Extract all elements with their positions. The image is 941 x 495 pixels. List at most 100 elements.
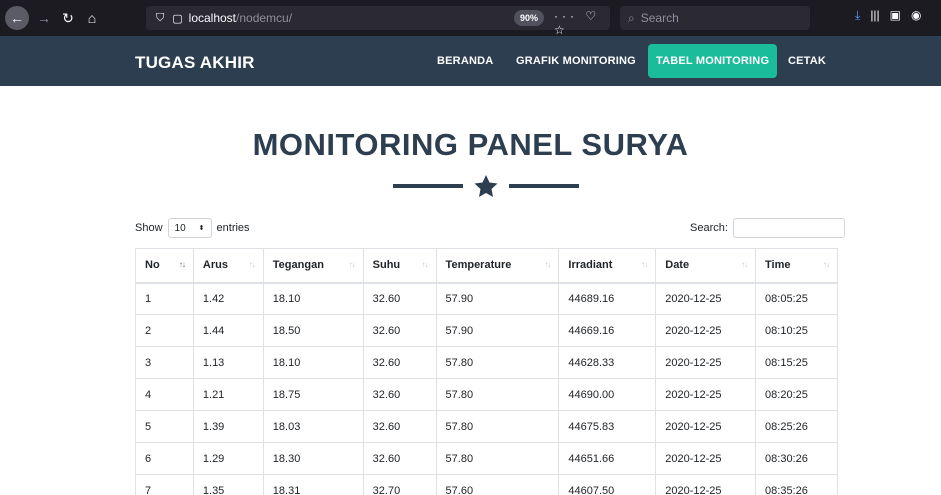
- column-label: Irradiant: [568, 259, 613, 272]
- sidebar-icon[interactable]: ▣: [890, 8, 901, 23]
- cell-time: 08:25:26: [755, 410, 838, 443]
- column-header-arus[interactable]: Arus ↑↓: [192, 248, 264, 284]
- table-search: Search:: [690, 218, 845, 238]
- cell-arus: 1.44: [192, 314, 264, 347]
- column-header-tegangan[interactable]: Tegangan ↑↓: [262, 248, 364, 284]
- cell-irradiant: 44607.50: [558, 474, 657, 495]
- star-icon: [474, 175, 498, 197]
- cell-arus: 1.42: [192, 282, 264, 315]
- cell-arus: 1.13: [192, 346, 264, 379]
- address-bar[interactable]: ⛉ ▢ localhost/nodemcu/ 90% ··· ♡ ☆: [146, 6, 610, 37]
- cell-irradiant: 44689.16: [558, 282, 657, 315]
- page-actions-icon[interactable]: ··· ♡ ☆: [554, 9, 610, 37]
- show-entries: Show 10 ⬍ entries: [135, 218, 250, 238]
- cell-temperature: 57.60: [435, 474, 560, 495]
- sort-icon: ↑↓: [348, 260, 356, 269]
- brand-logo[interactable]: TUGAS AKHIR: [135, 53, 255, 73]
- sort-icon: ↑↓: [248, 260, 256, 269]
- cell-suhu: 32.60: [362, 314, 437, 347]
- cell-arus: 1.21: [192, 378, 264, 411]
- cell-no: 5: [135, 410, 194, 443]
- cell-no: 4: [135, 378, 194, 411]
- monitoring-table: No ↑↓ Arus ↑↓ Tegangan ↑↓ Suhu ↑↓ Temperatur…: [135, 248, 838, 495]
- sort-icon: ↑↓: [544, 260, 551, 269]
- cell-date: 2020-12-25: [655, 378, 757, 411]
- column-header-suhu[interactable]: Suhu ↑↓: [362, 248, 437, 284]
- page-icon: ▢: [172, 12, 183, 25]
- nav-link-beranda[interactable]: BERANDA: [437, 36, 493, 86]
- zoom-badge[interactable]: 90%: [514, 10, 545, 26]
- cell-tegangan: 18.10: [262, 346, 364, 379]
- cell-no: 6: [135, 442, 194, 475]
- cell-time: 08:30:26: [755, 442, 838, 475]
- cell-no: 1: [135, 282, 194, 315]
- page-title: MONITORING PANEL SURYA: [252, 127, 689, 162]
- cell-date: 2020-12-25: [655, 314, 757, 347]
- cell-tegangan: 18.50: [262, 314, 364, 347]
- table-row: 1 1.42 18.10 32.60 57.90 44689.16 2020-12-25 08…: [135, 282, 838, 315]
- sort-icon: ↑↓: [641, 260, 648, 269]
- cell-date: 2020-12-25: [655, 346, 757, 379]
- sort-icon: ↑↓: [421, 260, 429, 269]
- cell-date: 2020-12-25: [655, 442, 757, 475]
- cell-suhu: 32.60: [362, 442, 437, 475]
- download-icon[interactable]: ⤓: [855, 8, 860, 23]
- column-header-time[interactable]: Time ↑↓: [755, 248, 838, 284]
- reload-icon[interactable]: ↻: [57, 7, 79, 29]
- sort-icon: ↑↓: [741, 260, 748, 269]
- cell-no: 2: [135, 314, 194, 347]
- table-row: 7 1.35 18.31 32.70 57.60 44607.50 2020-12-25 08…: [135, 474, 838, 495]
- cell-suhu: 32.60: [362, 346, 437, 379]
- cell-tegangan: 18.31: [262, 474, 364, 495]
- table-row: 6 1.29 18.30 32.60 57.80 44651.66 2020-12-25 08…: [135, 442, 838, 475]
- cell-temperature: 57.90: [435, 282, 560, 315]
- shield-icon: ⛉: [156, 11, 165, 24]
- cell-temperature: 57.90: [435, 314, 560, 347]
- table-search-input[interactable]: [732, 218, 845, 238]
- cell-irradiant: 44628.33: [558, 346, 657, 379]
- column-label: Suhu: [372, 259, 401, 272]
- cell-irradiant: 44675.83: [558, 410, 657, 443]
- nav-link-grafik-monitoring[interactable]: GRAFIK MONITORING: [516, 36, 636, 86]
- nav-link-cetak[interactable]: CETAK: [788, 36, 826, 86]
- cell-tegangan: 18.03: [262, 410, 364, 443]
- entries-label: entries: [216, 222, 250, 234]
- account-icon[interactable]: ◉: [911, 8, 921, 23]
- search-icon: ⌕: [628, 10, 635, 25]
- forward-icon[interactable]: →: [33, 7, 55, 29]
- table-row: 5 1.39 18.03 32.60 57.80 44675.83 2020-12-25 08…: [135, 410, 838, 443]
- sort-icon: ↑↓: [823, 260, 830, 269]
- cell-tegangan: 18.10: [262, 282, 364, 315]
- browser-search-input[interactable]: ⌕ Search: [620, 6, 810, 30]
- cell-arus: 1.39: [192, 410, 264, 443]
- cell-time: 08:05:25: [755, 282, 838, 315]
- back-icon[interactable]: ←: [5, 6, 29, 30]
- cell-date: 2020-12-25: [655, 410, 757, 443]
- table-body: 1 1.42 18.10 32.60 57.90 44689.16 2020-12-25 08…: [135, 282, 838, 495]
- cell-arus: 1.35: [192, 474, 264, 495]
- cell-temperature: 57.80: [435, 410, 560, 443]
- cell-irradiant: 44669.16: [558, 314, 657, 347]
- updown-icon: ⬍: [198, 225, 205, 232]
- column-header-temperature[interactable]: Temperature ↑↓: [435, 248, 560, 284]
- cell-time: 08:15:25: [755, 346, 838, 379]
- column-label: Arus: [202, 259, 228, 272]
- show-label: Show: [135, 222, 163, 234]
- home-icon[interactable]: ⌂: [81, 7, 103, 29]
- nav-link-tabel-monitoring[interactable]: TABEL MONITORING: [648, 44, 778, 78]
- cell-irradiant: 44690.00: [558, 378, 657, 411]
- column-header-no[interactable]: No ↑↓: [135, 248, 194, 284]
- search-placeholder: Search: [640, 11, 679, 25]
- column-header-date[interactable]: Date ↑↓: [655, 248, 757, 284]
- table-row: 4 1.21 18.75 32.60 57.80 44690.00 2020-12-25 08…: [135, 378, 838, 411]
- column-label: Time: [765, 259, 791, 272]
- cell-suhu: 32.60: [362, 378, 437, 411]
- library-icon[interactable]: |||: [870, 8, 879, 23]
- entries-select[interactable]: 10 ⬍: [167, 218, 212, 238]
- table-row: 2 1.44 18.50 32.60 57.90 44669.16 2020-12-25 08…: [135, 314, 838, 347]
- star-divider: [393, 175, 579, 197]
- cell-time: 08:35:26: [755, 474, 838, 495]
- cell-tegangan: 18.75: [262, 378, 364, 411]
- search-label: Search:: [690, 222, 728, 234]
- column-header-irradiant[interactable]: Irradiant ↑↓: [558, 248, 657, 284]
